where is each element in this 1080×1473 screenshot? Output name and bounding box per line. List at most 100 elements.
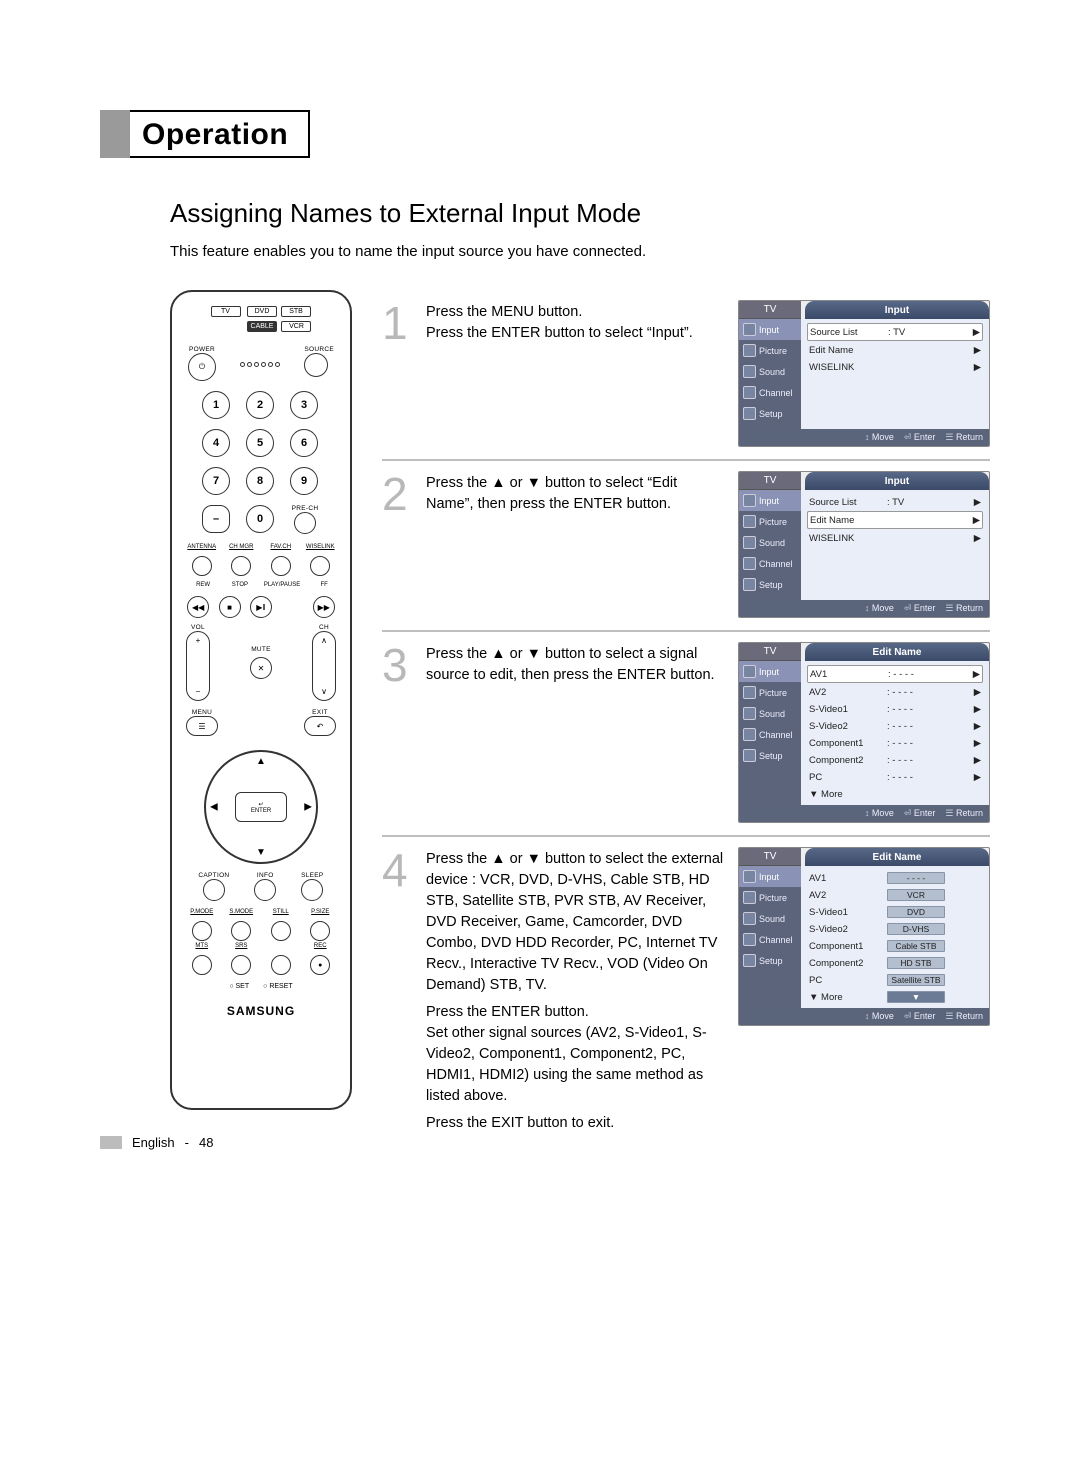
osd-row: PC: - - - -▶ <box>807 769 983 785</box>
rew-label: REW <box>182 582 224 588</box>
osd-side-label: Sound <box>759 538 785 548</box>
osd-hint: ⏎ Enter <box>904 432 936 443</box>
osd-hint: ↕ Move <box>865 1011 894 1022</box>
mute-button: ✕ <box>250 657 272 679</box>
osd-row-label: AV2 <box>809 890 887 901</box>
osd-side-item: Channel <box>739 929 801 950</box>
info-button <box>254 879 276 901</box>
osd-side-label: Sound <box>759 367 785 377</box>
step-paragraph: Press the ▲ or ▼ button to select “Edit … <box>426 473 724 515</box>
osd-row: Source List: TV▶ <box>807 323 983 341</box>
sleep-label: SLEEP <box>301 872 323 879</box>
osd-row: Component2HD STB <box>807 955 983 971</box>
osd-row: AV2VCR <box>807 887 983 903</box>
osd-row-tag: ▼ <box>887 991 945 1003</box>
step-number: 2 <box>382 471 412 618</box>
osd-row-label: Edit Name <box>809 345 887 356</box>
mts-label: MTS <box>182 943 222 949</box>
step-number: 4 <box>382 847 412 1140</box>
osd-side-label: Setup <box>759 956 783 966</box>
osd-side-label: Input <box>759 667 779 677</box>
caption-button <box>203 879 225 901</box>
osd-tv-label: TV <box>739 301 801 319</box>
osd-side-label: Picture <box>759 346 787 356</box>
osd-hint: ⏎ Enter <box>904 808 936 819</box>
step-paragraph: Press the ▲ or ▼ button to select a sign… <box>426 644 724 686</box>
psize-label: P.SIZE <box>301 909 341 915</box>
set-label: ○ SET <box>229 983 249 990</box>
osd-title: Edit Name <box>805 643 989 661</box>
nav-up: ▲ <box>256 756 266 767</box>
num-9: 9 <box>290 467 318 495</box>
osd-hint: ↕ Move <box>865 808 894 819</box>
osd-side-item: Picture <box>739 682 801 703</box>
osd-side-item: Picture <box>739 511 801 532</box>
psize-button <box>310 921 330 941</box>
source-label: SOURCE <box>304 346 334 353</box>
osd-side-icon <box>743 365 756 378</box>
rew-button: ◀◀ <box>187 596 209 618</box>
pmode-button <box>192 921 212 941</box>
step-paragraph: Press the ▲ or ▼ button to select the ex… <box>426 849 724 996</box>
osd-side-item: Sound <box>739 908 801 929</box>
osd-side-label: Channel <box>759 559 793 569</box>
osd-row: S-Video1DVD <box>807 904 983 920</box>
nav-ring: ▲ ▼ ◀ ▶ ↵ ENTER <box>204 750 318 864</box>
ff-label: FF <box>308 582 340 588</box>
menu-label: MENU <box>186 709 218 716</box>
osd-tv-label: TV <box>739 472 801 490</box>
srs-button <box>231 955 251 975</box>
info-label: INFO <box>254 872 276 879</box>
osd-side-icon <box>743 536 756 549</box>
osd-side-label: Sound <box>759 709 785 719</box>
osd-side-item: Input <box>739 661 801 682</box>
osd-row: WISELINK▶ <box>807 530 983 546</box>
osd-preview: TVInputInputPictureSoundChannelSetupSour… <box>738 471 990 618</box>
osd-row-label: Component2 <box>809 755 887 766</box>
mts-button <box>192 955 212 975</box>
power-button: ⏻ <box>188 353 216 381</box>
osd-side-item: Sound <box>739 532 801 553</box>
osd-tv-label: TV <box>739 848 801 866</box>
mode-leds <box>240 362 280 367</box>
osd-row-value: : - - - - <box>887 738 971 749</box>
osd-row-label: Source List <box>810 327 888 338</box>
osd-side-item: Picture <box>739 340 801 361</box>
rec-button: ● <box>310 955 330 975</box>
osd-side-item: Input <box>739 866 801 887</box>
osd-side-item: Input <box>739 490 801 511</box>
prech-label: PRE-CH <box>292 505 319 512</box>
step-text: Press the ▲ or ▼ button to select “Edit … <box>426 471 724 618</box>
step-paragraph: Press the ENTER button.Set other signal … <box>426 1002 724 1107</box>
nav-right: ▶ <box>304 802 312 813</box>
osd-row-label: Edit Name <box>810 515 888 526</box>
osd-row-value: : - - - - <box>887 755 971 766</box>
antenna-button <box>192 556 212 576</box>
osd-row: WISELINK▶ <box>807 359 983 375</box>
osd-row-tag: VCR <box>887 889 945 901</box>
osd-side-label: Input <box>759 872 779 882</box>
osd-side-icon <box>743 954 756 967</box>
osd-side-icon <box>743 323 756 336</box>
stop-button: ■ <box>219 596 241 618</box>
osd-side-item: Setup <box>739 950 801 971</box>
header-title: Operation <box>130 110 310 158</box>
favch-label: FAV.CH <box>261 544 301 550</box>
chmgr-label: CH MGR <box>222 544 262 550</box>
osd-row: S-Video1: - - - -▶ <box>807 701 983 717</box>
header-accent <box>100 110 130 158</box>
osd-side-label: Channel <box>759 730 793 740</box>
channel-rocker: ∧∨ <box>312 631 336 701</box>
num-3: 3 <box>290 391 318 419</box>
osd-side-label: Sound <box>759 914 785 924</box>
step-number: 1 <box>382 300 412 447</box>
source-button <box>304 353 328 377</box>
osd-side-icon <box>743 749 756 762</box>
sleep-button <box>301 879 323 901</box>
osd-row-arrow-icon: ▶ <box>971 345 981 356</box>
num-dash: – <box>202 505 230 533</box>
caption-label: CAPTION <box>198 872 229 879</box>
osd-row: Component2: - - - -▶ <box>807 752 983 768</box>
osd-row: ▼ More <box>807 786 983 802</box>
osd-row-value: : - - - - <box>887 687 971 698</box>
